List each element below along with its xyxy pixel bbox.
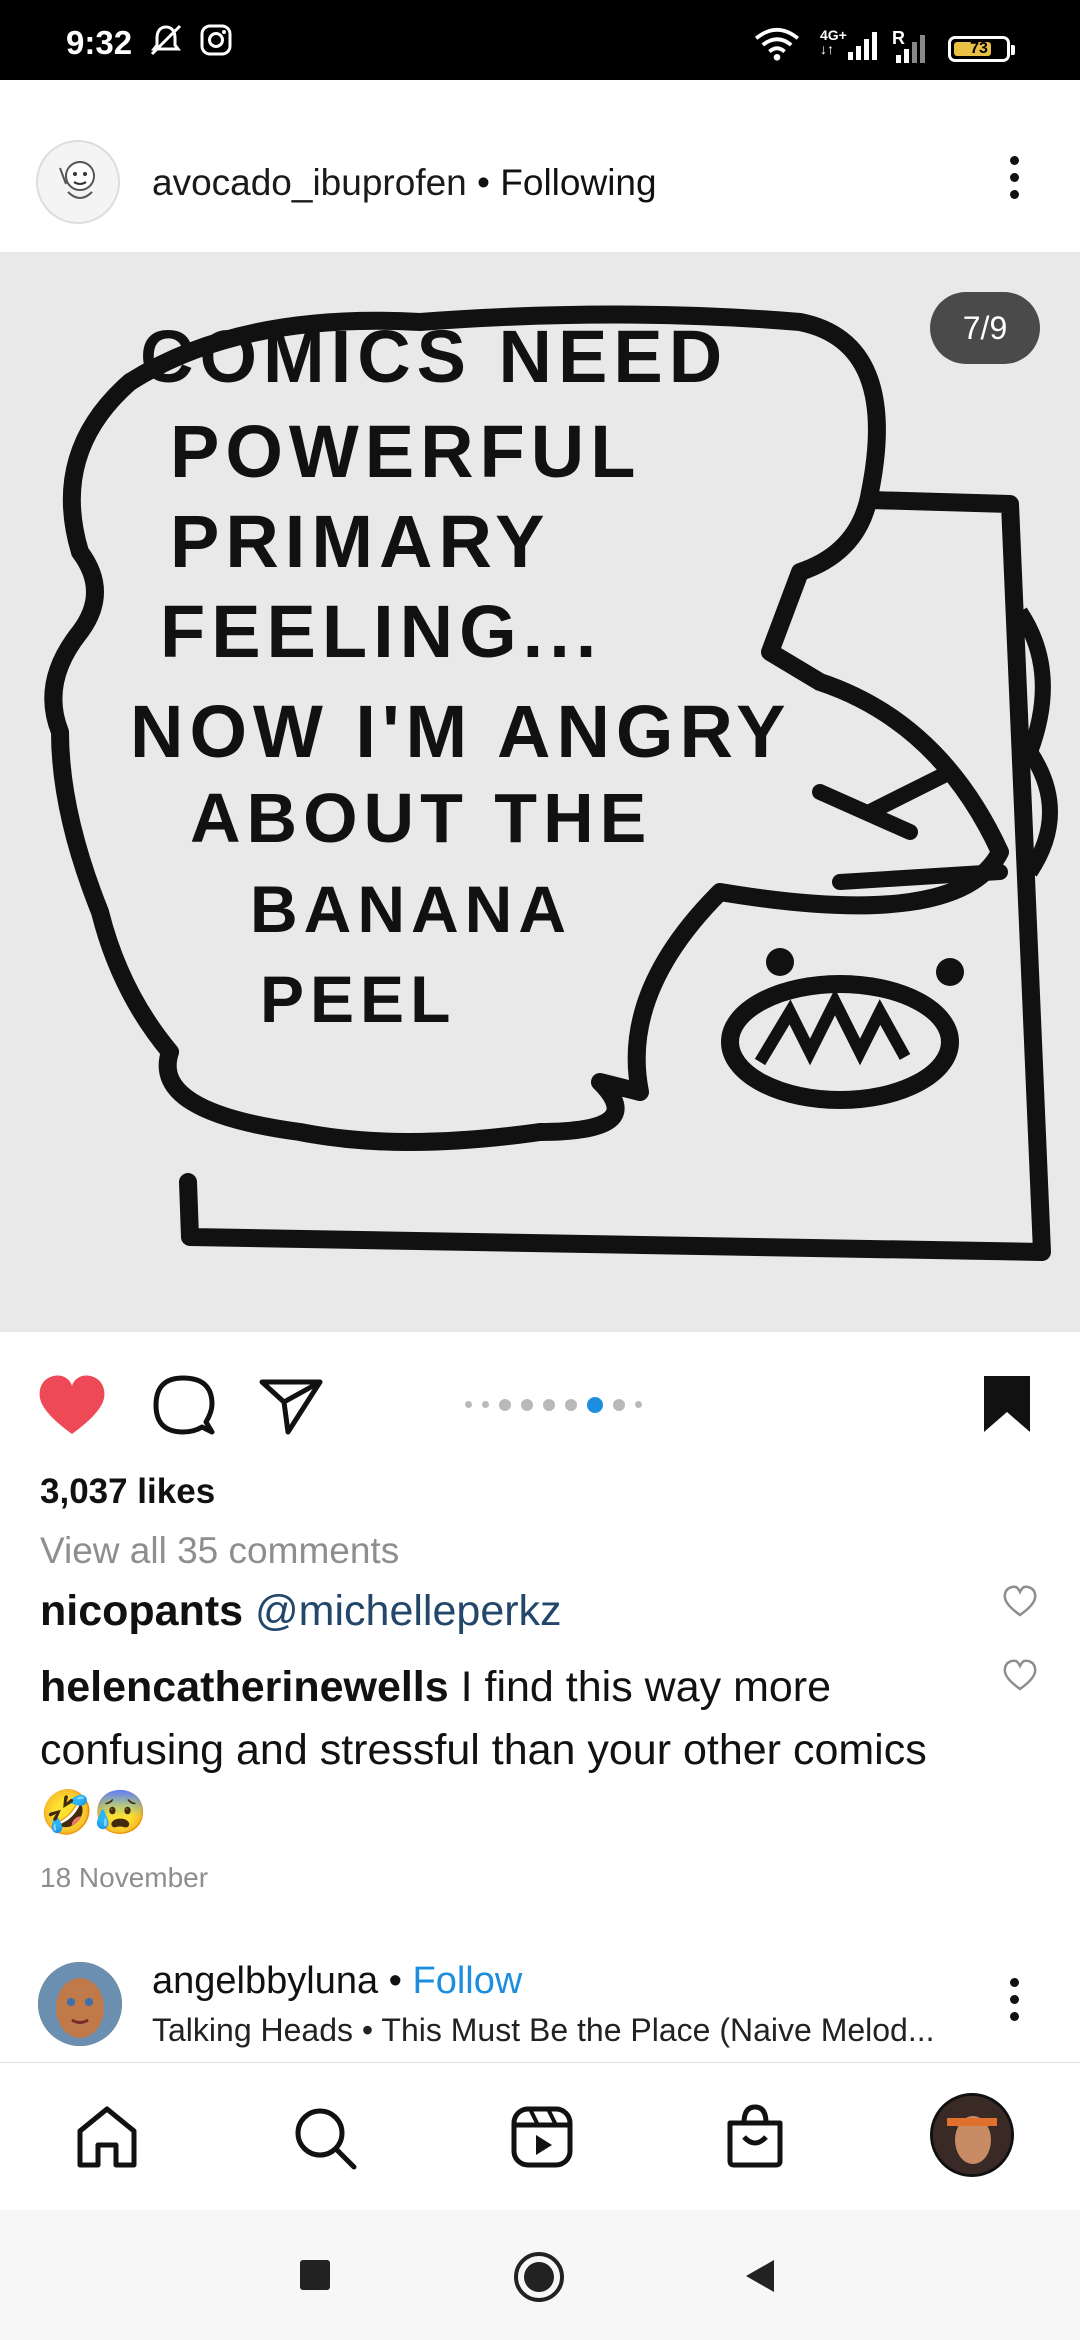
more-options-icon[interactable] (1006, 1978, 1022, 2026)
separator: • (378, 1960, 413, 2002)
comic-drawing: COMICS NEED POWERFULPRIMARYFEELING... NOW … (44, 305, 1058, 1261)
audio-label[interactable]: Talking Heads • This Must Be the Place (… (152, 2012, 935, 2049)
search-icon[interactable] (292, 2105, 358, 2171)
carousel-dot (521, 1398, 533, 1411)
instagram-icon (200, 24, 232, 56)
dot (1009, 156, 1019, 165)
comic-text-line: ABOUT THE (190, 779, 652, 857)
profile-art (933, 2096, 1011, 2174)
view-all-comments[interactable]: View all 35 comments (40, 1530, 399, 1572)
carousel-dot-active (587, 1396, 603, 1413)
network-arrows: ↓↑ (820, 41, 834, 57)
comment-mention[interactable]: @michelleperkz (255, 1587, 562, 1635)
mute-bell-icon (150, 24, 182, 56)
avatar[interactable] (36, 140, 120, 224)
carousel-dot (613, 1398, 625, 1411)
comic-text-line: POWERFUL (170, 410, 641, 493)
shop-icon[interactable] (724, 2103, 786, 2169)
follow-status[interactable]: • Following (477, 162, 657, 203)
profile-avatar[interactable] (930, 2093, 1014, 2177)
comic-text-line: COMICS NEED (140, 315, 728, 398)
dot (1009, 2012, 1019, 2021)
battery-icon: 73 (948, 36, 1015, 62)
home-icon[interactable] (74, 2105, 140, 2169)
network-type: 4G+ ↓↑ (820, 28, 847, 56)
post-username[interactable]: avocado_ibuprofen (152, 162, 467, 203)
bottom-tab-bar (0, 2062, 1080, 2211)
network-label: 4G+ (820, 27, 847, 43)
battery-level: 73 (970, 40, 988, 57)
comic-text-line: BANANA (250, 872, 572, 946)
signal-icon-2 (896, 35, 925, 63)
battery-nub (1011, 45, 1015, 55)
carousel-dot (499, 1398, 511, 1411)
carousel-dot (482, 1401, 489, 1409)
comment-1: nicopants @michelleperkz (40, 1580, 940, 1643)
carousel-dot (635, 1401, 642, 1409)
comic-text-line: FEELING... (160, 590, 602, 673)
post-actions (0, 1332, 1080, 1462)
next-post-header: angelbbyluna • Follow Talking Heads • Th… (0, 1950, 1080, 2060)
dot (1009, 1995, 1019, 2004)
clock: 9:32 (66, 24, 133, 61)
more-options-icon[interactable] (1006, 156, 1022, 204)
wifi-icon (754, 27, 800, 61)
avatar-drawing (59, 161, 95, 199)
comment-icon[interactable] (150, 1372, 216, 1438)
bookmark-icon[interactable] (980, 1372, 1034, 1436)
dot (1009, 190, 1019, 199)
post-image[interactable]: COMICS NEED POWERFUL PRIMARY FEELING... NOW … (0, 252, 1080, 1332)
comment-like-icon[interactable] (1002, 1658, 1038, 1692)
status-bar: 9:32 4G+ ↓↑ R 73 (0, 0, 1080, 80)
post-header: avocado_ibuprofen • Following (0, 80, 1080, 253)
dot (1009, 1978, 1019, 1987)
recents-button[interactable] (298, 2258, 332, 2292)
system-nav-bar (0, 2210, 1080, 2340)
like-heart-icon[interactable] (36, 1372, 108, 1438)
carousel-dot (543, 1398, 555, 1411)
post-date: 18 November (40, 1862, 209, 1893)
comic-text-line: PRIMARY (170, 500, 551, 583)
comment-user[interactable]: helencatherinewells (40, 1663, 449, 1711)
signal-icon (848, 32, 877, 60)
carousel-dot (565, 1398, 577, 1411)
carousel-dot (465, 1401, 472, 1409)
carousel-indicator (460, 1396, 647, 1413)
image-counter: 7/9 (930, 292, 1040, 364)
comment-emoji: 🤣😰 (40, 1789, 148, 1837)
dot (1009, 173, 1019, 182)
back-button[interactable] (742, 2256, 778, 2296)
follow-button[interactable]: Follow (413, 1960, 523, 2002)
avatar[interactable] (38, 1962, 122, 2046)
comic-text-line: NOW I'M ANGRY (130, 690, 792, 773)
comment-like-icon[interactable] (1002, 1584, 1038, 1618)
comic-text-line: PEEL (260, 962, 456, 1036)
share-icon[interactable] (258, 1374, 324, 1436)
reels-icon[interactable] (510, 2105, 574, 2169)
next-username[interactable]: angelbbyluna (152, 1960, 378, 2002)
avatar-art (38, 1962, 122, 2046)
comment-user[interactable]: nicopants (40, 1587, 243, 1635)
home-button[interactable] (512, 2250, 566, 2304)
comment-2: helencatherinewells I find this way more… (40, 1656, 940, 1845)
likes-count[interactable]: 3,037 likes (40, 1472, 215, 1512)
post-username-line: avocado_ibuprofen • Following (152, 162, 657, 204)
next-username-line: angelbbyluna • Follow (152, 1960, 522, 2003)
